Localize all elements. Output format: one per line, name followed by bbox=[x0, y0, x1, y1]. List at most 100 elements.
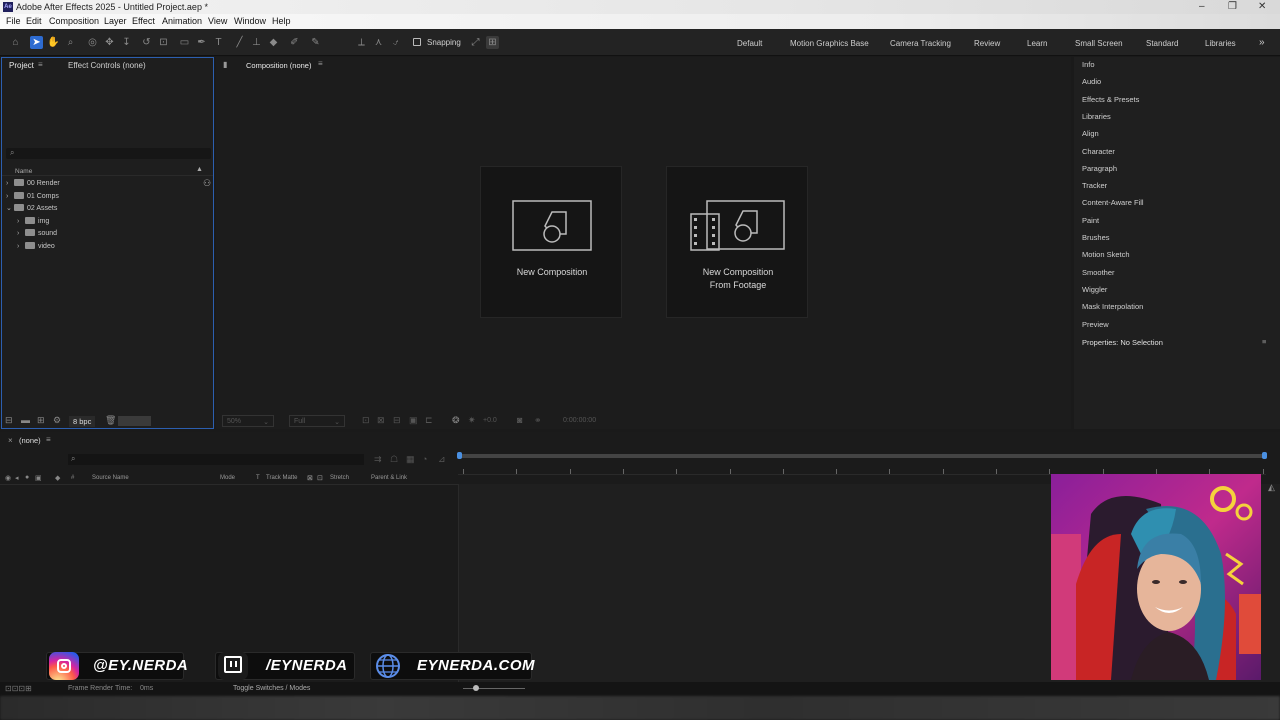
snap-options-icon[interactable]: ⤢ bbox=[469, 36, 482, 49]
menu-edit[interactable]: Edit bbox=[26, 16, 42, 26]
menu-view[interactable]: View bbox=[208, 16, 227, 26]
workspace-small-screen[interactable]: Small Screen bbox=[1075, 39, 1123, 48]
interpret-footage-icon[interactable]: ⊟ bbox=[5, 415, 13, 426]
menu-window[interactable]: Window bbox=[234, 16, 266, 26]
panel-item-libraries[interactable]: Libraries bbox=[1082, 112, 1111, 121]
timeline-search-input[interactable]: ⌕ bbox=[68, 454, 364, 465]
workspace-motion-graphics-base[interactable]: Motion Graphics Base bbox=[790, 39, 869, 48]
sort-up-icon[interactable]: ▲ bbox=[196, 166, 203, 173]
tab-project[interactable]: Project bbox=[9, 61, 34, 70]
properties-menu-icon[interactable]: ≡ bbox=[1262, 337, 1266, 346]
axis-local-icon[interactable]: ⟂ bbox=[355, 36, 368, 49]
panel-item-character[interactable]: Character bbox=[1082, 147, 1115, 156]
panel-item-effects-presets[interactable]: Effects & Presets bbox=[1082, 95, 1139, 104]
menu-file[interactable]: File bbox=[6, 16, 21, 26]
close-icon[interactable]: ✕ bbox=[1258, 1, 1266, 12]
graph-editor-icon[interactable]: ⊿ bbox=[438, 454, 446, 465]
column-track-matte[interactable]: Track Matte bbox=[266, 475, 297, 481]
motion-blur-icon[interactable]: ◔ bbox=[422, 454, 427, 464]
project-menu-icon[interactable]: ≡ bbox=[38, 60, 43, 69]
menu-layer[interactable]: Layer bbox=[104, 16, 127, 26]
menu-effect[interactable]: Effect bbox=[132, 16, 155, 26]
rectangle-tool-icon[interactable]: ▭ bbox=[178, 36, 191, 49]
snap-grid-icon[interactable]: ⊞ bbox=[486, 36, 499, 49]
panel-item-brushes[interactable]: Brushes bbox=[1082, 233, 1110, 242]
new-folder-icon[interactable]: ▬ bbox=[21, 415, 30, 425]
timeline-nav-icon[interactable]: ◭ bbox=[1268, 482, 1275, 493]
zoom-tool-icon[interactable]: ⌕ bbox=[64, 36, 77, 49]
panel-item-mask-interpolation[interactable]: Mask Interpolation bbox=[1082, 302, 1143, 311]
menu-animation[interactable]: Animation bbox=[162, 16, 202, 26]
status-icons[interactable]: ⊡⊡⊡⊞ bbox=[5, 684, 32, 693]
panel-item-audio[interactable]: Audio bbox=[1082, 77, 1101, 86]
matte-switch-icon[interactable]: ⊠ bbox=[307, 474, 313, 482]
bpc-button[interactable]: 8 bpc bbox=[69, 416, 96, 427]
close-tab-icon[interactable]: × bbox=[8, 436, 13, 445]
axis-view-icon[interactable]: ⍻ bbox=[389, 36, 402, 49]
column-parent-link[interactable]: Parent & Link bbox=[371, 475, 407, 481]
show-snapshot-icon[interactable]: ⚭ bbox=[534, 415, 542, 426]
timeline-menu-icon[interactable]: ≡ bbox=[46, 435, 51, 444]
video-eye-icon[interactable]: ◉ bbox=[5, 474, 11, 482]
work-area-end-handle[interactable] bbox=[1262, 452, 1267, 459]
comp-flow-icon[interactable]: ⇉ bbox=[374, 454, 382, 465]
hand-tool-icon[interactable]: ✋ bbox=[47, 36, 60, 49]
solo-icon[interactable]: ● bbox=[25, 474, 29, 481]
lock-icon[interactable]: ▮ bbox=[223, 60, 227, 69]
label-icon[interactable]: ◆ bbox=[55, 474, 60, 482]
zoom-dropdown[interactable]: 50% ⌄ bbox=[222, 415, 274, 427]
flowchart-icon[interactable]: ⚇ bbox=[203, 178, 211, 189]
project-item[interactable]: › sound bbox=[17, 229, 57, 241]
menu-composition[interactable]: Composition bbox=[49, 16, 99, 26]
region-of-interest-icon[interactable]: ▣ bbox=[409, 415, 418, 426]
tab-composition[interactable]: Composition (none) bbox=[246, 61, 311, 70]
chevron-right-icon[interactable]: › bbox=[17, 243, 25, 250]
work-area-bar[interactable] bbox=[458, 454, 1266, 458]
new-composition-from-footage-button[interactable]: New Composition From Footage bbox=[666, 166, 808, 318]
column-t[interactable]: T bbox=[256, 475, 260, 481]
rotate-tool-icon[interactable]: ↺ bbox=[140, 36, 153, 49]
matte-invert-icon[interactable]: ⊡ bbox=[317, 474, 323, 482]
workspace-learn[interactable]: Learn bbox=[1027, 39, 1047, 48]
eraser-tool-icon[interactable]: ◆ bbox=[267, 36, 280, 49]
panel-item-preview[interactable]: Preview bbox=[1082, 320, 1109, 329]
tab-effect-controls[interactable]: Effect Controls (none) bbox=[68, 61, 146, 70]
color-channels-icon[interactable]: ❂ bbox=[452, 415, 460, 426]
column-source-name[interactable]: Source Name bbox=[92, 475, 129, 481]
column-name[interactable]: Name bbox=[15, 168, 32, 175]
composition-menu-icon[interactable]: ≡ bbox=[318, 59, 323, 68]
lock-icon[interactable]: ▣ bbox=[35, 474, 42, 482]
workspaces-more-icon[interactable]: » bbox=[1259, 37, 1265, 48]
pen-tool-icon[interactable]: ✒ bbox=[195, 36, 208, 49]
tab-timeline[interactable]: (none) bbox=[19, 436, 41, 445]
project-search-input[interactable]: ⌕ bbox=[6, 148, 211, 159]
project-item[interactable]: › 01 Comps bbox=[6, 191, 59, 204]
transparency-grid-icon[interactable]: ⊠ bbox=[377, 415, 385, 426]
toggle-switches-modes[interactable]: Toggle Switches / Modes bbox=[233, 685, 310, 692]
panel-item-content-aware-fill[interactable]: Content-Aware Fill bbox=[1082, 198, 1144, 207]
workspace-review[interactable]: Review bbox=[974, 39, 1000, 48]
exposure-value[interactable]: +0.0 bbox=[483, 417, 497, 424]
brush-tool-icon[interactable]: ╱ bbox=[233, 36, 246, 49]
new-comp-icon[interactable]: ⊞ bbox=[37, 415, 45, 426]
project-item[interactable]: › img bbox=[17, 216, 49, 229]
trash-icon[interactable]: 🗑 bbox=[105, 415, 116, 426]
workspace-libraries[interactable]: Libraries bbox=[1205, 39, 1236, 48]
resolution-dropdown[interactable]: Full ⌄ bbox=[289, 415, 345, 427]
timecode-display[interactable]: 0:00:00:00 bbox=[563, 417, 596, 424]
type-tool-icon[interactable]: T bbox=[212, 36, 225, 49]
panel-item-wiggler[interactable]: Wiggler bbox=[1082, 285, 1107, 294]
restore-icon[interactable]: ❐ bbox=[1228, 1, 1237, 12]
fast-preview-icon[interactable]: ⊡ bbox=[362, 415, 370, 426]
orbit-tool-icon[interactable]: ◎ bbox=[86, 36, 99, 49]
properties-header[interactable]: Properties: No Selection bbox=[1082, 338, 1163, 347]
column-mode[interactable]: Mode bbox=[220, 475, 235, 481]
new-composition-button[interactable]: New Composition bbox=[480, 166, 622, 318]
workspace-camera-tracking[interactable]: Camera Tracking bbox=[890, 39, 951, 48]
roto-brush-tool-icon[interactable]: ✐ bbox=[288, 36, 301, 49]
shy-icon[interactable]: ☖ bbox=[390, 454, 398, 465]
snapshot-icon[interactable]: ◙ bbox=[517, 415, 522, 425]
panel-item-tracker[interactable]: Tracker bbox=[1082, 181, 1107, 190]
workspace-standard[interactable]: Standard bbox=[1146, 39, 1178, 48]
column-stretch[interactable]: Stretch bbox=[330, 475, 349, 481]
